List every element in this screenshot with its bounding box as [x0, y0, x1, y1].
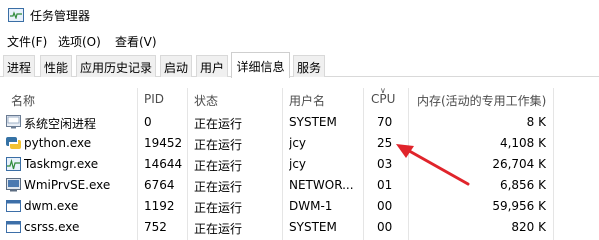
menu-bar: 文件(F) 选项(O) 查看(V)	[0, 30, 599, 52]
python-icon	[6, 137, 21, 149]
cell-cpu: 01	[377, 178, 393, 192]
window-icon	[6, 200, 21, 212]
cell-pid: 14644	[144, 157, 183, 171]
cell-status: 正在运行	[194, 159, 243, 173]
cell-memory: 59,956 K	[492, 199, 546, 213]
task-manager-icon	[6, 157, 21, 171]
cell-name: WmiPrvSE.exe	[24, 178, 111, 192]
cell-pid: 19452	[144, 136, 183, 150]
process-list: 系统空闲进程 0 正在运行 SYSTEM 70 8 K python.exe 1…	[0, 112, 599, 240]
cell-name: dwm.exe	[24, 199, 79, 213]
cell-pid: 0	[144, 115, 152, 129]
menu-view[interactable]: 查看(V)	[115, 33, 157, 50]
tab-bar: 进程 性能 应用历史记录 启动 用户 详细信息 服务	[0, 52, 599, 78]
tab-processes[interactable]: 进程	[3, 55, 35, 77]
table-row[interactable]: WmiPrvSE.exe 6764 正在运行 NETWOR... 01 6,85…	[0, 175, 599, 196]
task-manager-icon	[8, 8, 24, 22]
cell-cpu: 00	[377, 199, 393, 213]
table-row[interactable]: python.exe 19452 正在运行 jcy 25 4,108 K	[0, 133, 599, 154]
sort-indicator-icon: ∨	[380, 86, 386, 95]
column-header-memory[interactable]: 内存(活动的专用工作集)	[417, 88, 546, 112]
cell-status: 正在运行	[194, 201, 243, 215]
cell-memory: 820 K	[511, 220, 546, 234]
cell-name: csrss.exe	[24, 220, 80, 234]
column-header-status[interactable]: 状态	[194, 88, 218, 112]
cell-username: SYSTEM	[289, 115, 337, 129]
column-header-row: 名称 PID 状态 用户名 CPU 内存(活动的专用工作集)	[0, 88, 599, 112]
system-idle-icon	[6, 115, 21, 129]
column-header-pid[interactable]: PID	[144, 88, 164, 112]
title-bar[interactable]: 任务管理器	[0, 0, 599, 30]
column-header-username[interactable]: 用户名	[289, 88, 325, 112]
cell-status: 正在运行	[194, 138, 243, 152]
table-row[interactable]: Taskmgr.exe 14644 正在运行 jcy 03 26,704 K	[0, 154, 599, 175]
table-row[interactable]: csrss.exe 752 正在运行 SYSTEM 00 820 K	[0, 217, 599, 238]
tab-users[interactable]: 用户	[196, 55, 228, 77]
cell-username: SYSTEM	[289, 220, 337, 234]
window-title: 任务管理器	[30, 9, 91, 23]
cell-name: python.exe	[24, 136, 92, 150]
tab-performance[interactable]: 性能	[40, 55, 72, 77]
cell-pid: 6764	[144, 178, 175, 192]
cell-memory: 8 K	[526, 115, 546, 129]
cell-status: 正在运行	[194, 180, 243, 194]
tab-services[interactable]: 服务	[293, 55, 325, 77]
tab-details[interactable]: 详细信息	[231, 52, 290, 78]
cell-username: DWM-1	[289, 199, 333, 213]
cell-cpu: 25	[377, 136, 393, 150]
window-icon	[6, 221, 21, 233]
cell-username: NETWOR...	[289, 178, 354, 192]
cell-username: jcy	[289, 157, 307, 171]
cell-username: jcy	[289, 136, 307, 150]
cell-status: 正在运行	[194, 117, 243, 131]
column-header-name[interactable]: 名称	[11, 88, 35, 112]
cell-pid: 1192	[144, 199, 175, 213]
tab-app-history[interactable]: 应用历史记录	[76, 55, 156, 77]
cell-status: 正在运行	[194, 222, 243, 236]
cell-pid: 752	[144, 220, 167, 234]
cell-name: 系统空闲进程	[24, 117, 97, 131]
wmi-icon	[6, 178, 21, 192]
menu-file[interactable]: 文件(F)	[7, 33, 47, 50]
cell-cpu: 03	[377, 157, 393, 171]
table-row[interactable]: dwm.exe 1192 正在运行 DWM-1 00 59,956 K	[0, 196, 599, 217]
cell-memory: 26,704 K	[492, 157, 546, 171]
cell-memory: 6,856 K	[499, 178, 546, 192]
cell-cpu: 00	[377, 220, 393, 234]
tab-startup[interactable]: 启动	[160, 55, 192, 77]
cell-cpu: 70	[377, 115, 393, 129]
cell-memory: 4,108 K	[499, 136, 546, 150]
cell-name: Taskmgr.exe	[24, 157, 99, 171]
menu-options[interactable]: 选项(O)	[58, 33, 101, 50]
table-row[interactable]: 系统空闲进程 0 正在运行 SYSTEM 70 8 K	[0, 112, 599, 133]
